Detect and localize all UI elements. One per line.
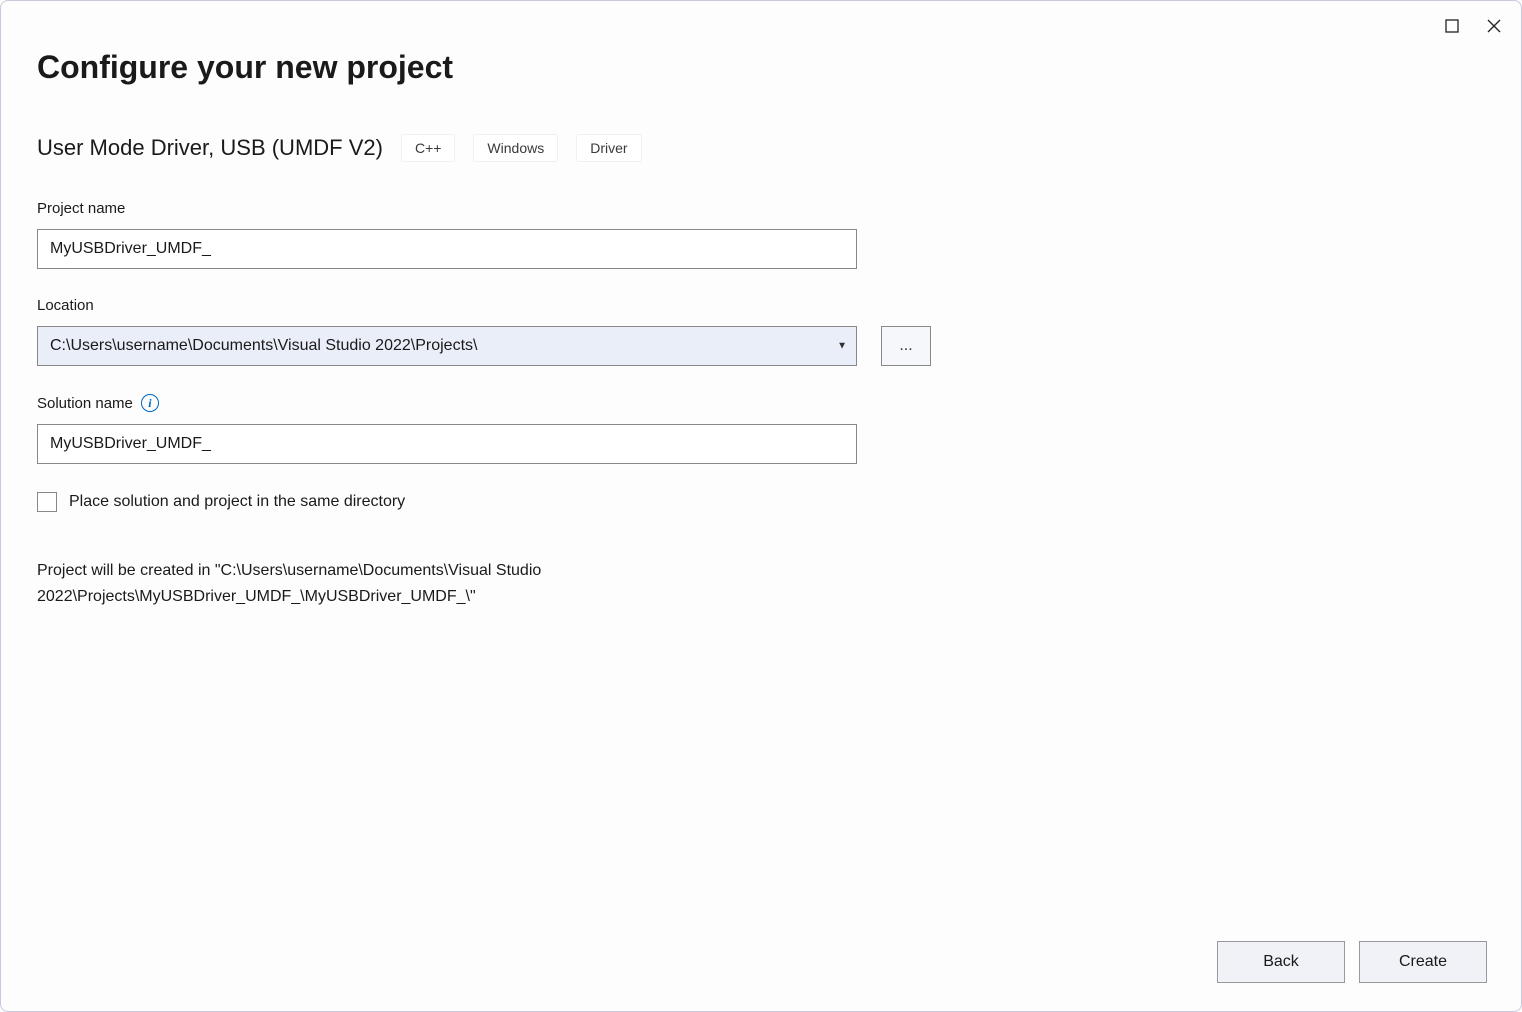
project-name-label: Project name	[37, 200, 1485, 217]
location-group: Location ▼ ...	[37, 297, 1485, 366]
same-directory-checkbox[interactable]	[37, 492, 57, 512]
location-combo[interactable]: ▼	[37, 326, 857, 366]
project-path-summary: Project will be created in "C:\Users\use…	[37, 558, 857, 609]
template-tag-driver: Driver	[576, 134, 641, 162]
template-name: User Mode Driver, USB (UMDF V2)	[37, 135, 383, 161]
project-name-input[interactable]	[37, 229, 857, 269]
back-button[interactable]: Back	[1217, 941, 1345, 983]
template-tag-windows: Windows	[473, 134, 558, 162]
solution-name-input[interactable]	[37, 424, 857, 464]
footer-buttons: Back Create	[1217, 941, 1487, 983]
window-controls	[1445, 19, 1501, 38]
project-name-group: Project name	[37, 200, 1485, 269]
location-label: Location	[37, 297, 1485, 314]
same-directory-label: Place solution and project in the same d…	[69, 493, 405, 511]
template-header: User Mode Driver, USB (UMDF V2) C++ Wind…	[37, 134, 1485, 162]
close-icon[interactable]	[1487, 19, 1501, 38]
solution-name-label: Solution name i	[37, 394, 1485, 412]
location-row: ▼ ...	[37, 326, 1485, 366]
solution-name-group: Solution name i	[37, 394, 1485, 464]
location-input[interactable]	[37, 326, 857, 366]
maximize-icon[interactable]	[1445, 19, 1459, 38]
dialog-content: Configure your new project User Mode Dri…	[1, 1, 1521, 609]
info-icon[interactable]: i	[141, 394, 159, 412]
solution-name-label-text: Solution name	[37, 395, 133, 412]
page-title: Configure your new project	[37, 49, 1485, 86]
create-button[interactable]: Create	[1359, 941, 1487, 983]
same-directory-row: Place solution and project in the same d…	[37, 492, 1485, 512]
browse-button[interactable]: ...	[881, 326, 931, 366]
template-tag-cpp: C++	[401, 134, 455, 162]
